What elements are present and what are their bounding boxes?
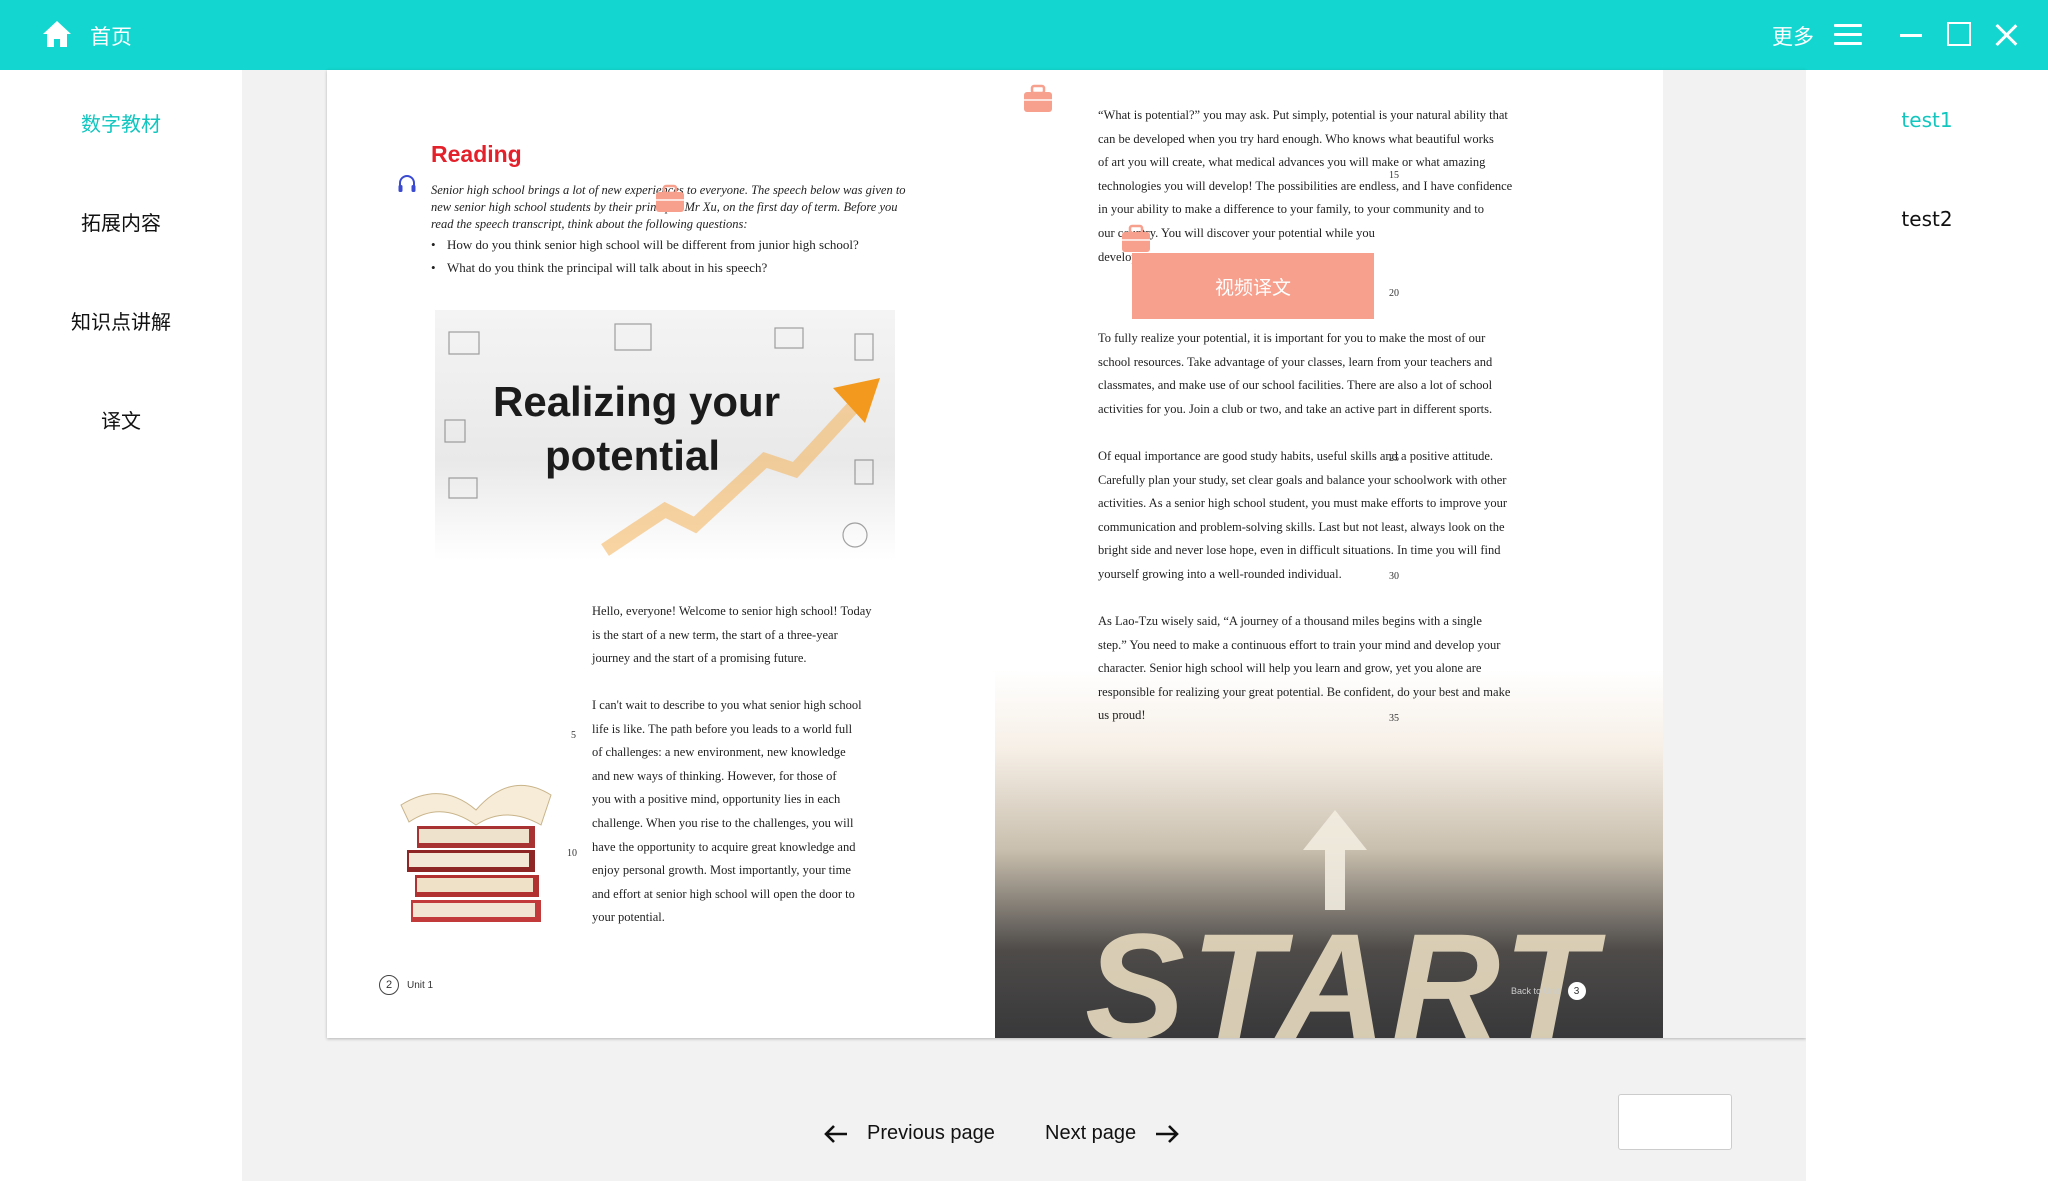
page-margin: [1663, 70, 1806, 1038]
text-line: our country. You will discover your pote…: [1098, 225, 1375, 240]
text-line: us proud!: [1098, 708, 1146, 723]
text-line: To fully realize your potential, it is i…: [1098, 331, 1486, 345]
next-page-label: Next page: [1045, 1122, 1137, 1144]
unit-label: Unit 1: [407, 979, 434, 991]
left-page: Reading Senior high school brings a lot …: [327, 70, 995, 1038]
more-button[interactable]: 更多: [1772, 21, 1814, 51]
video-translation-popup[interactable]: 视频译文: [1132, 253, 1374, 319]
sidebar-item-extended-content[interactable]: 拓展内容: [0, 207, 242, 236]
text-line: school resources. Take advantage of your…: [1098, 354, 1493, 369]
line-number: 25: [1389, 453, 1399, 464]
pre-reading-questions: How do you think senior high school will…: [431, 237, 931, 283]
line-number: 30: [1389, 571, 1399, 582]
line-number: 20: [1389, 288, 1399, 299]
paragraph: To fully realize your potential, it is i…: [1098, 327, 1492, 421]
toolkit-icon[interactable]: [655, 184, 685, 214]
title-banner-image: Realizing your potential: [435, 310, 895, 560]
text-line: “What is potential?” you may ask. Put si…: [1098, 108, 1508, 122]
text-line: life is like. The path before you leads …: [592, 721, 853, 736]
toolkit-icon[interactable]: [1121, 224, 1151, 254]
line-number: 35: [1389, 713, 1399, 724]
title-bar: 首页 更多: [0, 0, 2048, 70]
text-line: and new ways of thinking. However, for t…: [592, 768, 837, 783]
text-line: step.” You need to make a continuous eff…: [1098, 637, 1501, 652]
line-number: 5: [571, 730, 576, 741]
text-line: your potential.: [592, 910, 665, 925]
text-line: Carefully plan your study, set clear goa…: [1098, 472, 1507, 487]
line-number: 10: [567, 848, 577, 859]
text-line: activities for you. Join a club or two, …: [1098, 401, 1493, 416]
paragraph: I can't wait to describe to you what sen…: [592, 694, 862, 930]
text-line: bright side and never lose hope, even in…: [1098, 543, 1501, 558]
paragraph: Hello, everyone! Welcome to senior high …: [592, 600, 872, 671]
text-line: of art you will create, what medical adv…: [1098, 155, 1486, 170]
question-item: What do you think the principal will tal…: [431, 260, 931, 276]
minimize-icon[interactable]: [1898, 22, 1924, 48]
arrow-left-icon: [824, 1124, 847, 1143]
previous-page-label: Previous page: [867, 1122, 995, 1144]
text-line: As Lao-Tzu wisely said, “A journey of a …: [1098, 614, 1482, 628]
toolkit-icon[interactable]: [1023, 84, 1053, 114]
right-sidebar: test1 test2: [1806, 70, 2048, 1181]
back-to-unit-label[interactable]: Back to Unit: [1511, 986, 1560, 996]
sidebar-item-digital-textbook[interactable]: 数字教材: [0, 108, 242, 137]
text-line: communication and problem-solving skills…: [1098, 519, 1505, 534]
text-line: activities. As a senior high school stud…: [1098, 496, 1508, 511]
paragraph: As Lao-Tzu wisely said, “A journey of a …: [1098, 610, 1510, 728]
text-line: yourself growing into a well-rounded ind…: [1098, 566, 1342, 581]
text-line: can be developed when you try hard enoug…: [1098, 131, 1494, 146]
left-sidebar: 数字教材 拓展内容 知识点讲解 译文: [0, 70, 242, 1181]
text-line: I can't wait to describe to you what sen…: [592, 698, 862, 712]
road-arrow-graphic: [1303, 810, 1367, 910]
text-line: in your ability to make a difference to …: [1098, 202, 1485, 217]
text-line: journey and the start of a promising fut…: [592, 651, 807, 666]
text-line: is the start of a new term, the start of…: [592, 627, 838, 642]
right-item-test2[interactable]: test2: [1806, 207, 2048, 231]
text-line: character. Senior high school will help …: [1098, 661, 1482, 676]
previous-page-button[interactable]: Previous page: [823, 1122, 995, 1145]
stacked-books-image: [400, 784, 552, 922]
text-line: and effort at senior high school will op…: [592, 886, 855, 901]
maximize-icon[interactable]: [1947, 22, 1971, 46]
text-line: of challenges: a new environment, new kn…: [592, 745, 846, 760]
sidebar-item-translation[interactable]: 译文: [0, 405, 242, 434]
close-icon[interactable]: [1993, 22, 2019, 48]
text-line: Hello, everyone! Welcome to senior high …: [592, 604, 872, 618]
text-line: Of equal importance are good study habit…: [1098, 449, 1494, 463]
page-footer: Back to Unit 3: [1511, 982, 1586, 1000]
text-line: have the opportunity to acquire great kn…: [592, 839, 856, 854]
textbook-spread: Reading Senior high school brings a lot …: [327, 70, 1806, 1038]
right-item-test1[interactable]: test1: [1806, 108, 2048, 132]
home-icon[interactable]: [42, 20, 72, 48]
page-number: 3: [1567, 982, 1586, 1000]
text-line: you with a positive mind, opportunity li…: [592, 792, 841, 807]
paragraph: Of equal importance are good study habit…: [1098, 445, 1507, 587]
next-page-button[interactable]: Next page: [1045, 1122, 1180, 1145]
page-number: 2: [379, 975, 399, 995]
line-number: 15: [1389, 170, 1399, 181]
text-line: technologies you will develop! The possi…: [1098, 178, 1513, 193]
paragraph: “What is potential?” you may ask. Put si…: [1098, 104, 1512, 269]
arrow-right-icon: [1156, 1124, 1180, 1143]
headphone-icon[interactable]: [397, 174, 417, 194]
question-item: How do you think senior high school will…: [431, 237, 931, 253]
page-jump-input[interactable]: [1618, 1094, 1732, 1150]
text-line: classmates, and make use of our school f…: [1098, 378, 1493, 393]
banner-title-line1: Realizing your: [493, 378, 781, 425]
home-label[interactable]: 首页: [90, 21, 132, 51]
banner-title-line2: potential: [545, 432, 720, 479]
text-line: responsible for realizing your great pot…: [1098, 684, 1511, 699]
section-title: Reading: [431, 141, 522, 167]
sidebar-item-knowledge-points[interactable]: 知识点讲解: [0, 306, 242, 335]
text-line: enjoy personal growth. Most importantly,…: [592, 863, 851, 878]
hamburger-menu-icon[interactable]: [1834, 24, 1862, 46]
right-page: “What is potential?” you may ask. Put si…: [995, 70, 1663, 1038]
page-footer: 2 Unit 1: [379, 975, 433, 995]
road-start-text: START: [1085, 902, 1602, 1038]
text-line: challenge. When you rise to the challeng…: [592, 815, 854, 830]
